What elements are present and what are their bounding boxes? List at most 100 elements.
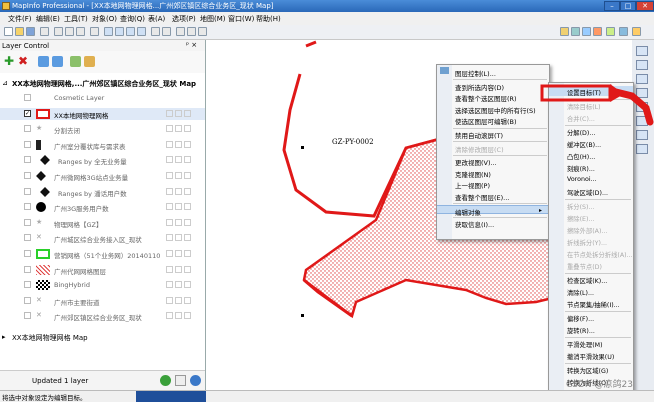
apply-icon[interactable] <box>160 375 171 386</box>
options-icon[interactable] <box>175 375 186 386</box>
layer-select-toggle[interactable] <box>175 296 182 304</box>
layer-visibility-checkbox[interactable] <box>24 312 31 320</box>
tool-e-icon[interactable] <box>606 27 615 36</box>
submenu-item[interactable]: 擦除外部(A)... <box>549 224 633 235</box>
layer-select-toggle[interactable] <box>175 250 182 257</box>
layer-row[interactable]: 广州代网网格图层 <box>0 264 205 276</box>
layer-visibility-checkbox[interactable] <box>24 281 31 289</box>
layer-select-toggle[interactable] <box>175 156 182 164</box>
layer-label-toggle[interactable] <box>184 172 191 179</box>
open-icon[interactable] <box>15 27 24 36</box>
context-menu-item[interactable]: 使选区图层可编辑(B) <box>437 115 549 126</box>
layer-visibility-checkbox[interactable] <box>24 156 31 164</box>
context-menu-item[interactable]: 清除修改图层(C) <box>437 143 549 154</box>
layer-edit-toggle[interactable] <box>166 172 173 179</box>
polyline-tool-icon[interactable] <box>636 60 648 70</box>
help-icon[interactable] <box>162 27 171 36</box>
save-icon[interactable] <box>26 27 35 36</box>
layer-row[interactable]: ✕ 广州郊区镇区综合业务区_现状 <box>0 310 205 322</box>
layer-visibility-checkbox[interactable]: ✓ <box>24 109 31 117</box>
submenu-item[interactable]: 检查区域(K)... <box>549 274 633 285</box>
move-down-icon[interactable] <box>52 56 63 67</box>
layer-select-toggle[interactable] <box>175 234 182 242</box>
layer-edit-toggle[interactable] <box>166 187 173 195</box>
layer-select-toggle[interactable] <box>175 265 182 273</box>
layer-row[interactable]: ✕ 广州城区综合业务接入区_现状 <box>0 232 205 244</box>
sql-icon[interactable] <box>151 27 160 36</box>
layer-row[interactable]: Ranges by 潘话用户数 <box>0 186 205 198</box>
submenu-item[interactable]: 节点聚集/抽稀(I)... <box>549 298 633 309</box>
layer-label-toggle[interactable] <box>184 250 191 257</box>
layer-visibility-checkbox[interactable] <box>24 140 31 148</box>
menu-tools[interactable]: 工具(T) <box>64 14 88 24</box>
ime-bar[interactable] <box>136 391 206 402</box>
layer-row[interactable]: ✕ 广州市主要街道 <box>0 295 205 307</box>
add-layer-icon[interactable]: ✚ <box>4 55 15 67</box>
layer-edit-toggle[interactable] <box>166 265 173 273</box>
layer-properties-icon[interactable] <box>70 56 81 67</box>
minimize-button[interactable]: – <box>604 1 620 11</box>
layer-edit-toggle[interactable] <box>166 281 173 289</box>
menu-file[interactable]: 文件(F) <box>8 14 32 24</box>
print-icon[interactable] <box>40 27 49 36</box>
layer-visibility-checkbox[interactable] <box>24 218 31 226</box>
submenu-item[interactable]: 平滑处理(M) <box>549 338 633 349</box>
layer-visibility-checkbox[interactable] <box>24 172 31 179</box>
layer-edit-toggle[interactable] <box>166 125 173 133</box>
grabber-icon[interactable] <box>187 27 196 36</box>
menu-objects[interactable]: 对象(O) <box>92 14 117 24</box>
layer-select-toggle[interactable] <box>175 281 182 289</box>
copy-icon[interactable] <box>65 27 74 36</box>
menu-window[interactable]: 窗口(W) <box>228 14 254 24</box>
expand-icon[interactable]: ▸ <box>2 333 6 341</box>
layer-select-toggle[interactable] <box>175 125 182 133</box>
context-menu-item[interactable]: 查看整个图层(E)... <box>437 191 549 202</box>
menu-map[interactable]: 地图(M) <box>200 14 226 24</box>
submenu-item[interactable]: 凸包(H)... <box>549 150 633 161</box>
layer-row[interactable]: Ranges by 全无业务量 <box>0 154 205 166</box>
graph-icon[interactable] <box>126 27 135 36</box>
menu-edit[interactable]: 编辑(E) <box>36 14 60 24</box>
maximize-button[interactable]: □ <box>620 1 636 11</box>
layer-label-toggle[interactable] <box>184 125 191 133</box>
submenu-item[interactable]: 撤消平滑效果(U) <box>549 350 633 361</box>
submenu-item[interactable]: 在节点处拆分折线(A)... <box>549 248 633 259</box>
menu-options[interactable]: 选项(P) <box>172 14 196 24</box>
layer-row[interactable]: 营销网格（51个业务网）20140110 <box>0 248 205 260</box>
layer-select-toggle[interactable] <box>175 312 182 320</box>
layer-row[interactable]: ✓ XX本地网物理网格 <box>0 107 205 120</box>
context-menu-item[interactable]: 选择选区图层中的所有行(S) <box>437 104 549 115</box>
context-menu-item[interactable]: 禁用自动滚屏(T) <box>437 129 549 140</box>
layer-visibility-checkbox[interactable] <box>24 187 31 195</box>
draw-tool-icon[interactable] <box>636 46 648 56</box>
layer-row[interactable]: BingHybrid <box>0 279 205 291</box>
panel-pin-close[interactable]: ᵖ × <box>186 41 197 49</box>
layer-visibility-checkbox[interactable] <box>24 265 31 273</box>
layout-icon[interactable] <box>137 27 146 36</box>
layer-row[interactable]: 广州室分覆状库与需求表 <box>0 139 205 151</box>
menu-table[interactable]: 表(A) <box>148 14 165 24</box>
layer-label-toggle[interactable] <box>184 187 191 195</box>
paste-icon[interactable] <box>76 27 85 36</box>
submenu-item[interactable]: Voronoi... <box>549 174 633 184</box>
layer-select-toggle[interactable] <box>175 187 182 195</box>
layer-label-toggle[interactable] <box>184 109 191 117</box>
tool-b-icon[interactable] <box>571 27 580 36</box>
submenu-item[interactable]: 旋转(R)... <box>549 324 633 335</box>
collapse-icon[interactable]: ⊿ <box>2 79 8 87</box>
layer-visibility-checkbox[interactable] <box>24 94 31 101</box>
close-button[interactable]: ✕ <box>636 1 654 11</box>
layer-label-toggle[interactable] <box>184 281 191 289</box>
cut-icon[interactable] <box>54 27 63 36</box>
selection-handle[interactable] <box>301 146 304 149</box>
layer-visibility-checkbox[interactable] <box>24 234 31 242</box>
layer-edit-toggle[interactable] <box>166 156 173 164</box>
layer-select-toggle[interactable] <box>175 203 182 211</box>
layer-label-toggle[interactable] <box>184 296 191 304</box>
new-icon[interactable] <box>4 27 13 36</box>
context-menu-item[interactable]: 上一视图(P) <box>437 179 549 190</box>
map-window-icon[interactable] <box>115 27 124 36</box>
zoom-icon[interactable] <box>198 27 207 36</box>
submenu-item[interactable]: 清除(L)... <box>549 286 633 297</box>
menu-query[interactable]: 查询(Q) <box>120 14 145 24</box>
